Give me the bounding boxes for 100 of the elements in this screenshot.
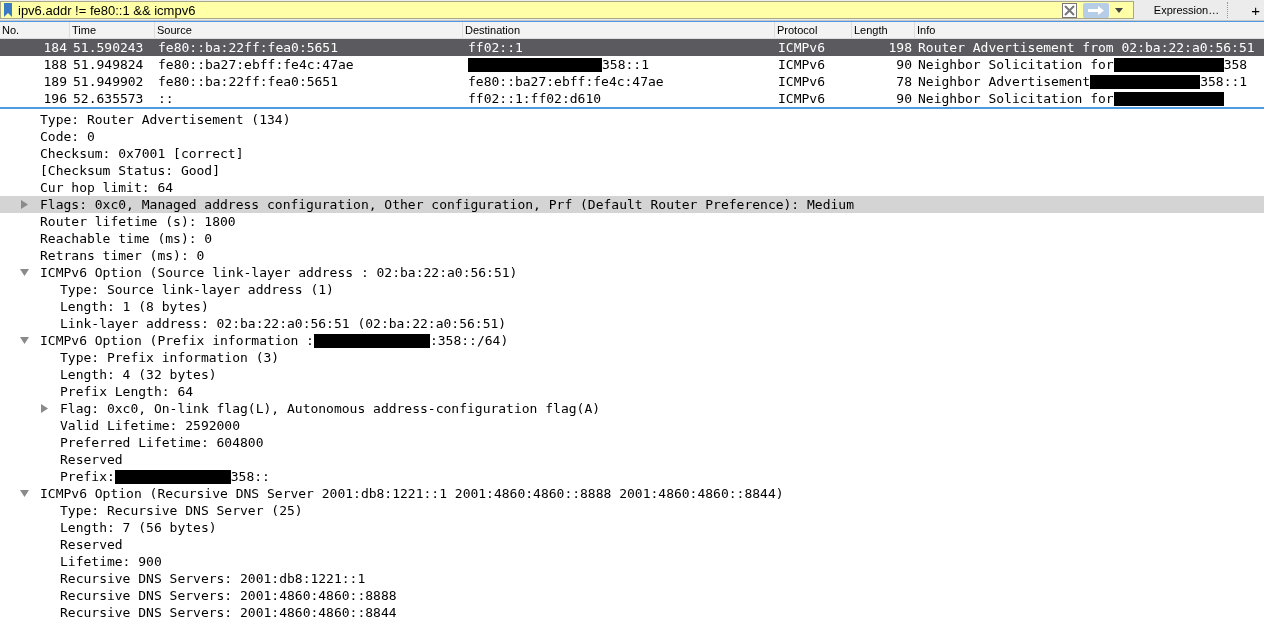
- visible-text: Neighbor Solicitation for: [918, 91, 1114, 106]
- table-cell-text: 52.635573: [72, 91, 145, 106]
- visible-text: ICMPv6 Option (Prefix information :: [40, 333, 314, 348]
- column-header[interactable]: Destination: [463, 22, 775, 38]
- detail-line[interactable]: Prefix Length: 64: [0, 383, 1264, 400]
- packet-row[interactable]: 196 52.635573 :: ff02::1:ff02:d610 ICMPv6 90 Neighbor Solicitation for: [0, 90, 1264, 107]
- detail-line[interactable]: Valid Lifetime: 2592000: [0, 417, 1264, 434]
- visible-text: Neighbor Advertisement: [918, 74, 1091, 89]
- table-cell-text: ff02::1:ff02:d610: [467, 91, 603, 106]
- table-cell-text: 188: [42, 57, 68, 72]
- visible-text: 358::: [230, 469, 270, 484]
- detail-line[interactable]: Recursive DNS Servers: 2001:4860:4860::8888: [0, 587, 1264, 604]
- detail-line[interactable]: Reserved: [0, 536, 1264, 553]
- expanded-triangle-icon[interactable]: [20, 268, 29, 277]
- detail-text: Valid Lifetime: 2592000: [60, 418, 240, 433]
- detail-text: Retrans timer (ms): 0: [40, 248, 205, 263]
- detail-line[interactable]: Retrans timer (ms): 0: [0, 247, 1264, 264]
- detail-line[interactable]: Lifetime: 900: [0, 553, 1264, 570]
- detail-line[interactable]: Checksum: 0x7001 [correct]: [0, 145, 1264, 162]
- column-header[interactable]: Length: [852, 22, 915, 38]
- detail-text: Preferred Lifetime: 604800: [60, 435, 264, 450]
- detail-line[interactable]: Recursive DNS Servers: 2001:4860:4860::8844: [0, 604, 1264, 621]
- table-cell-text: 189: [42, 74, 68, 89]
- collapsed-triangle-icon[interactable]: [40, 404, 49, 413]
- detail-line[interactable]: Type: Router Advertisement (134): [0, 111, 1264, 128]
- detail-line[interactable]: ICMPv6 Option (Recursive DNS Server 2001:db8:1221::1 2001:4860:4860::8888 2001:4860:4860::8844): [0, 485, 1264, 502]
- detail-line[interactable]: Cur hop limit: 64: [0, 179, 1264, 196]
- detail-line[interactable]: Type: Source link-layer address (1): [0, 281, 1264, 298]
- column-header[interactable]: No.: [0, 22, 70, 38]
- packet-row[interactable]: 188 51.949824 fe80::ba27:ebff:fe4c:47ae 358::1 ICMPv6 90 Neighbor Solicitation for 358: [0, 56, 1264, 73]
- detail-text: Type: Prefix information (3): [60, 350, 280, 365]
- detail-text: ICMPv6 Option (Recursive DNS Server 2001:db8:1221::1 2001:4860:4860::8888 2001:4860:4860::8844): [40, 486, 784, 501]
- table-cell-text: 90: [895, 57, 913, 72]
- detail-line[interactable]: Length: 7 (56 bytes): [0, 519, 1264, 536]
- detail-text: Length: 7 (56 bytes): [60, 520, 217, 535]
- detail-text: Type: Router Advertisement (134): [40, 112, 291, 127]
- detail-line[interactable]: Reserved: [0, 451, 1264, 468]
- table-cell-text: ::: [157, 91, 175, 106]
- table-cell-text: ICMPv6: [777, 74, 826, 89]
- packet-row[interactable]: 189 51.949902 fe80::ba:22ff:fea0:5651 fe80::ba27:ebff:fe4c:47ae ICMPv6 78 Neighbor Advertisement 358::1: [0, 73, 1264, 90]
- detail-line[interactable]: Code: 0: [0, 128, 1264, 145]
- table-cell-text: 196: [42, 91, 68, 106]
- detail-text: ICMPv6 Option (Source link-layer address : 02:ba:22:a0:56:51): [40, 265, 518, 280]
- packet-row[interactable]: 184 51.590243 fe80::ba:22ff:fea0:5651 ff02::1 ICMPv6 198 Router Advertisement from 02:ba:22:a0:56:51: [0, 39, 1264, 56]
- expression-button[interactable]: Expression…: [1145, 2, 1228, 18]
- detail-text: Recursive DNS Servers: 2001:4860:4860::8888: [60, 588, 397, 603]
- collapsed-triangle-icon[interactable]: [20, 200, 29, 209]
- detail-text: Reserved: [60, 537, 123, 552]
- detail-line[interactable]: Type: Recursive DNS Server (25): [0, 502, 1264, 519]
- dropdown-caret-icon[interactable]: [1114, 7, 1123, 13]
- visible-text: :358::/64): [429, 333, 509, 348]
- detail-text: Link-layer address: 02:ba:22:a0:56:51 (02:ba:22:a0:56:51): [60, 316, 507, 331]
- detail-line[interactable]: ICMPv6 Option (Prefix information : :358::/64): [0, 332, 1264, 349]
- detail-text: Cur hop limit: 64: [40, 180, 174, 195]
- detail-text: Type: Source link-layer address (1): [60, 282, 334, 297]
- detail-text: Type: Recursive DNS Server (25): [60, 503, 303, 518]
- table-cell-text: 184: [42, 40, 68, 55]
- detail-line[interactable]: Preferred Lifetime: 604800: [0, 434, 1264, 451]
- detail-line[interactable]: Prefix: 358::: [0, 468, 1264, 485]
- detail-line[interactable]: Recursive DNS Servers: 2001:db8:1221::1: [0, 570, 1264, 587]
- detail-line[interactable]: ICMPv6 Option (Source link-layer address : 02:ba:22:a0:56:51): [0, 264, 1264, 281]
- expanded-triangle-icon[interactable]: [20, 489, 29, 498]
- detail-text: Checksum: 0x7001 [correct]: [40, 146, 244, 161]
- table-cell-text: 51.949824: [72, 57, 145, 72]
- column-header[interactable]: Source: [155, 22, 463, 38]
- column-header[interactable]: Info: [915, 22, 1264, 38]
- table-cell-text: ICMPv6: [777, 91, 826, 106]
- table-cell-text: fe80::ba:22ff:fea0:5651: [157, 74, 339, 89]
- detail-line[interactable]: Router lifetime (s): 1800: [0, 213, 1264, 230]
- visible-text: Neighbor Solicitation for: [918, 57, 1114, 72]
- detail-line[interactable]: Link-layer address: 02:ba:22:a0:56:51 (02:ba:22:a0:56:51): [0, 315, 1264, 332]
- detail-line[interactable]: Length: 4 (32 bytes): [0, 366, 1264, 383]
- detail-line[interactable]: [Checksum Status: Good]: [0, 162, 1264, 179]
- visible-text: Prefix:: [60, 469, 115, 484]
- expanded-triangle-icon[interactable]: [20, 336, 29, 345]
- column-header[interactable]: Time: [70, 22, 155, 38]
- column-header[interactable]: Protocol: [775, 22, 852, 38]
- clear-icon[interactable]: [1061, 2, 1077, 18]
- table-cell-text: fe80::ba27:ebff:fe4c:47ae: [467, 74, 665, 89]
- detail-text: Length: 4 (32 bytes): [60, 367, 217, 382]
- detail-text: Reachable time (ms): 0: [40, 231, 213, 246]
- filter-input[interactable]: ipv6.addr != fe80::1 && icmpv6: [18, 2, 1056, 18]
- detail-line[interactable]: Flag: 0xc0, On-link flag(L), Autonomous address-configuration flag(A): [0, 400, 1264, 417]
- table-cell-text: 78: [895, 74, 913, 89]
- table-cell-text: ff02::1: [467, 40, 524, 55]
- detail-text: Recursive DNS Servers: 2001:4860:4860::8844: [60, 605, 397, 620]
- visible-text: 358::1: [602, 57, 649, 72]
- bookmark-icon[interactable]: [4, 3, 12, 17]
- detail-text: Flag: 0xc0, On-link flag(L), Autonomous address-configuration flag(A): [60, 401, 601, 416]
- detail-line[interactable]: Length: 1 (8 bytes): [0, 298, 1264, 315]
- add-button[interactable]: +: [1247, 1, 1264, 19]
- detail-text: Recursive DNS Servers: 2001:db8:1221::1: [60, 571, 366, 586]
- table-cell-text: 198: [887, 40, 913, 55]
- table-cell-text: fe80::ba:22ff:fea0:5651: [157, 40, 339, 55]
- filter-field[interactable]: ipv6.addr != fe80::1 && icmpv6: [0, 1, 1134, 19]
- detail-line[interactable]: Type: Prefix information (3): [0, 349, 1264, 366]
- detail-text: Lifetime: 900: [60, 554, 162, 569]
- detail-text: Flags: 0xc0, Managed address configuration, Other configuration, Prf (Default Router Preference): Medium: [40, 197, 854, 212]
- table-cell-text: 51.590243: [72, 40, 145, 55]
- detail-line[interactable]: Reachable time (ms): 0: [0, 230, 1264, 247]
